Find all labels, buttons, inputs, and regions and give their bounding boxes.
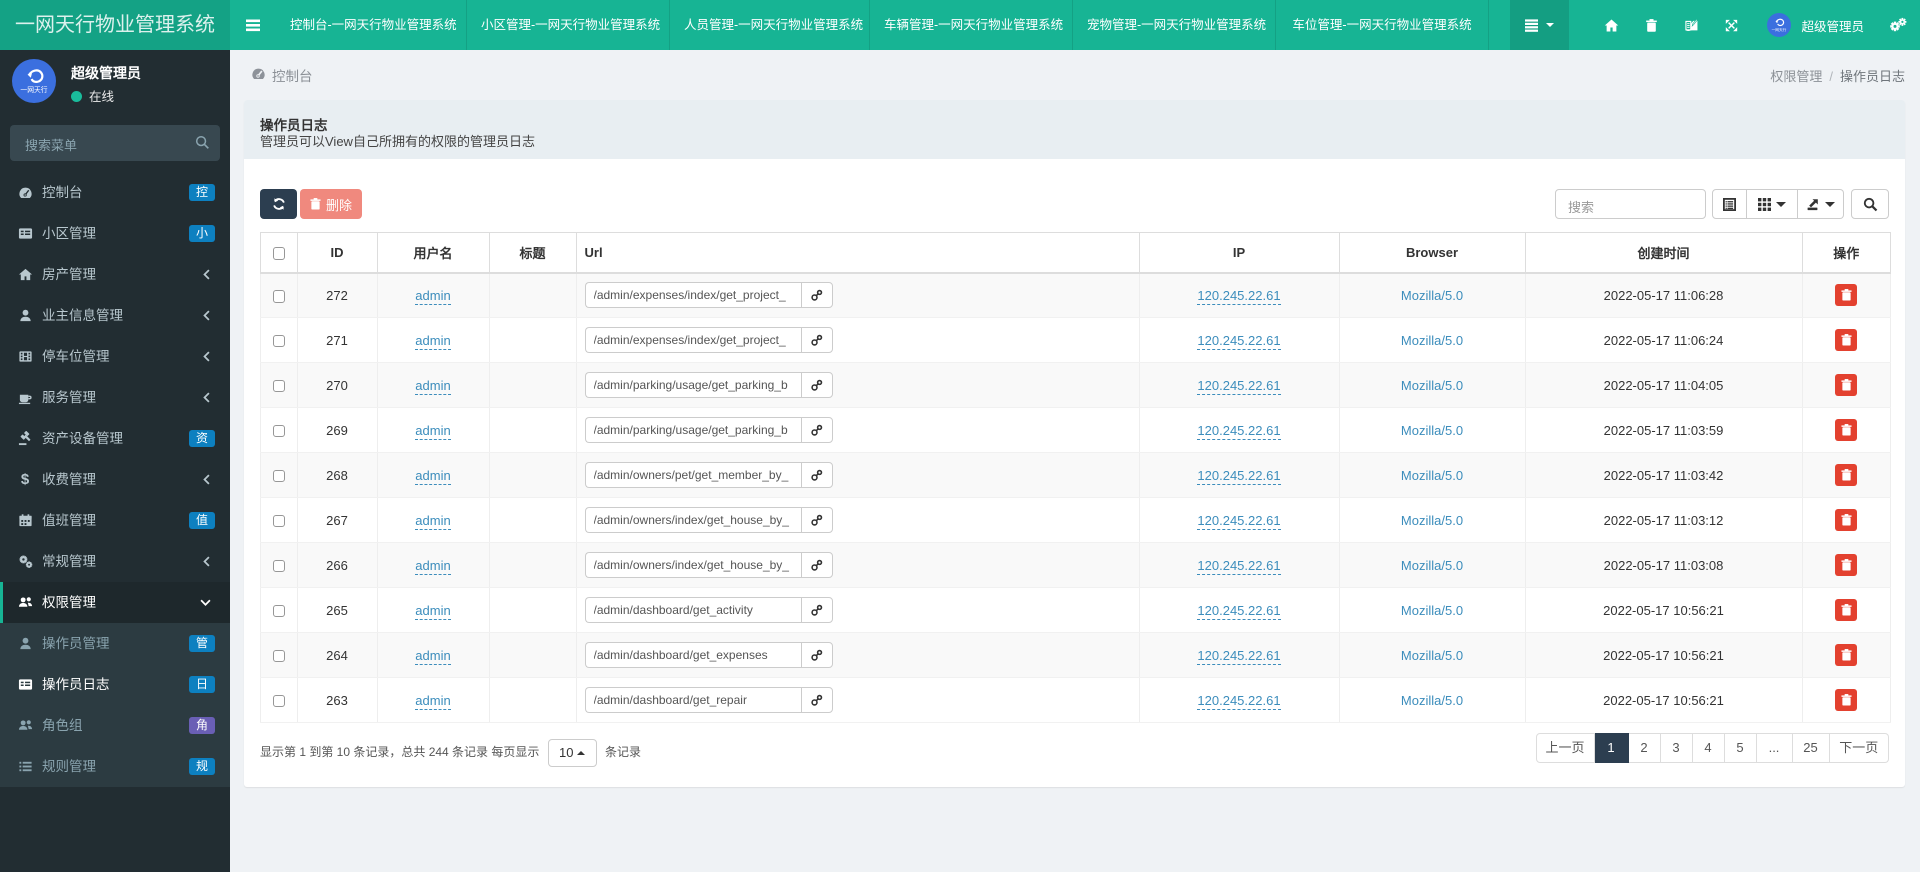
svg-text:一网天行: 一网天行 [20, 85, 47, 94]
svg-text:一网天行: 一网天行 [1772, 27, 1787, 32]
